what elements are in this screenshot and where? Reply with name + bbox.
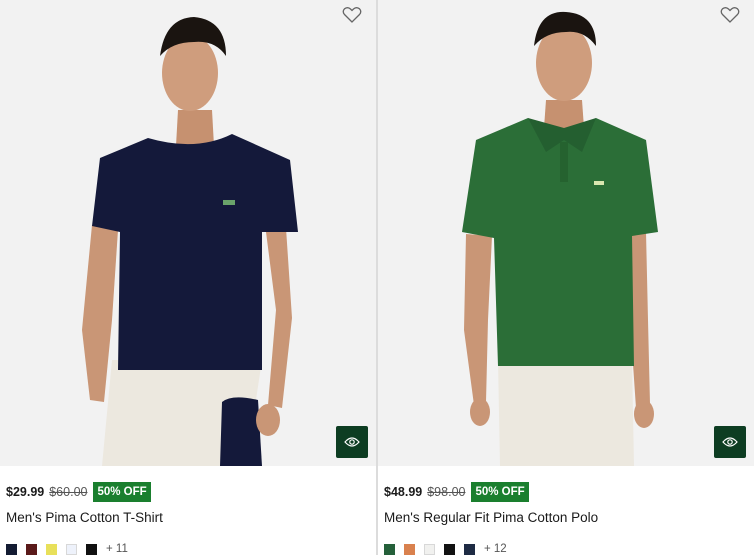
more-colors-count[interactable]: + 11 [106,543,128,555]
color-swatch[interactable] [404,543,415,555]
color-swatches: + 11 [6,542,370,555]
model-photo [82,17,298,466]
product-image[interactable] [0,0,376,466]
discount-badge: 50% OFF [93,482,151,502]
product-info: $48.99 $98.00 50% OFF Men's Regular Fit … [378,481,754,555]
wishlist-heart-icon[interactable] [342,6,362,24]
color-swatches: + 12 [384,542,748,555]
eye-icon [722,437,738,447]
product-card-polo[interactable]: $48.99 $98.00 50% OFF Men's Regular Fit … [378,0,754,555]
color-swatch[interactable] [86,543,97,555]
color-swatch[interactable] [464,543,475,555]
discount-badge: 50% OFF [471,482,529,502]
color-swatch[interactable] [384,543,395,555]
product-card-tshirt[interactable]: $29.99 $60.00 50% OFF Men's Pima Cotton … [0,0,376,555]
color-swatch[interactable] [46,543,57,555]
color-swatch[interactable] [26,543,37,555]
sale-price: $29.99 [6,485,45,499]
model-photo [462,11,658,466]
more-colors-count[interactable]: + 12 [484,543,507,555]
color-swatch[interactable] [424,543,435,555]
price-row: $48.99 $98.00 50% OFF [384,481,748,503]
product-info: $29.99 $60.00 50% OFF Men's Pima Cotton … [0,481,376,555]
product-name[interactable]: Men's Pima Cotton T-Shirt [6,510,370,528]
color-swatch[interactable] [6,543,17,555]
original-price: $98.00 [427,485,466,499]
eye-icon [344,437,360,447]
product-image[interactable] [378,0,754,466]
color-swatch[interactable] [444,543,455,555]
price-row: $29.99 $60.00 50% OFF [6,481,370,503]
product-grid: $29.99 $60.00 50% OFF Men's Pima Cotton … [0,0,754,555]
product-name[interactable]: Men's Regular Fit Pima Cotton Polo [384,510,748,528]
quick-view-button[interactable] [714,426,746,458]
color-swatch[interactable] [66,543,77,555]
original-price: $60.00 [49,485,88,499]
wishlist-heart-icon[interactable] [720,6,740,24]
quick-view-button[interactable] [336,426,368,458]
sale-price: $48.99 [384,485,423,499]
